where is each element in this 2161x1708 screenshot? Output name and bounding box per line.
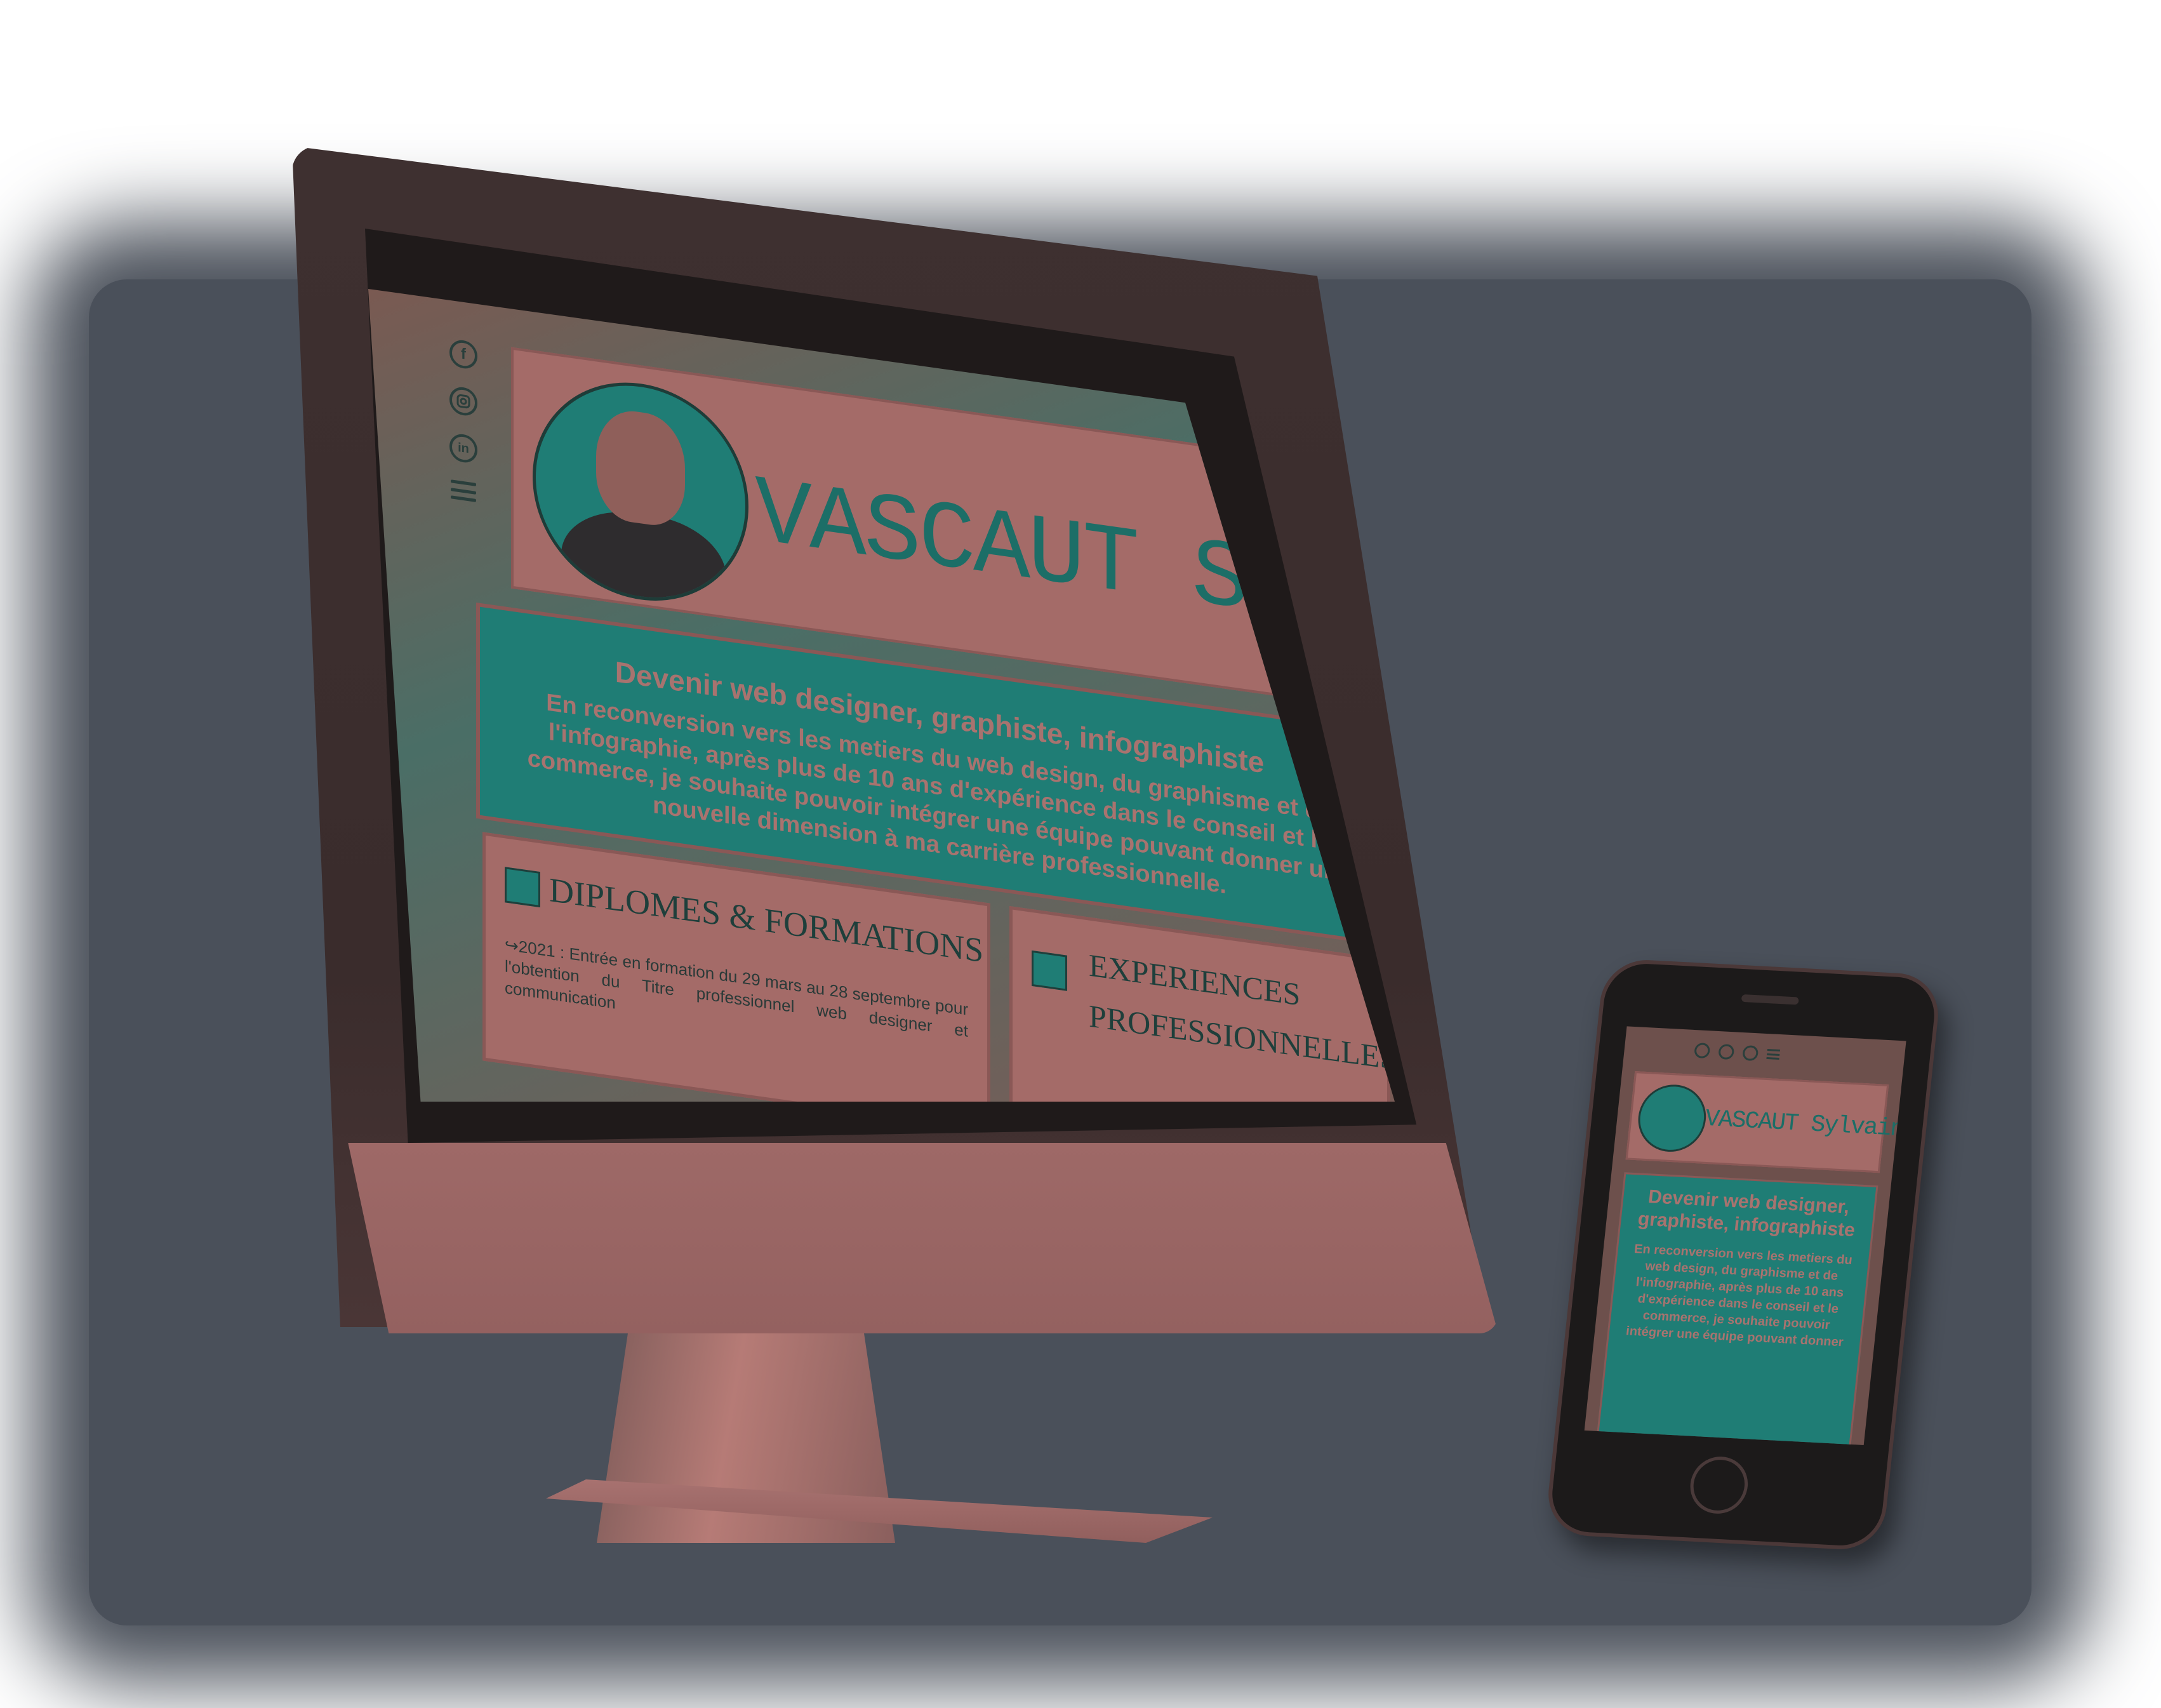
linkedin-icon[interactable] (1741, 1045, 1759, 1062)
phone-speaker (1741, 994, 1799, 1005)
social-bar: f in (438, 337, 489, 547)
phone-home-button[interactable] (1687, 1455, 1751, 1516)
linkedin-icon[interactable]: in (449, 432, 477, 465)
diploma-icon (505, 867, 540, 908)
apple-logo-icon (997, 1210, 1054, 1279)
profile-photo (533, 368, 748, 615)
hamburger-menu-icon[interactable] (1766, 1048, 1781, 1060)
hamburger-menu-icon[interactable] (451, 479, 476, 502)
phone-screen: VASCAUT Sylvain Devenir web designer, gr… (1584, 1026, 1906, 1445)
instagram-icon[interactable] (449, 385, 477, 418)
briefcase-icon (1032, 950, 1067, 991)
experiences-title: EXPERIENCES PROFESSIONNELLES (1089, 947, 1398, 1077)
avatar-head (596, 406, 685, 530)
phone-hero-section: Devenir web designer, graphiste, infogra… (1596, 1172, 1878, 1445)
phone-profile-photo (1635, 1083, 1710, 1154)
instagram-icon[interactable] (1717, 1044, 1735, 1060)
imac-chin (348, 1143, 1498, 1333)
facebook-icon[interactable]: f (449, 338, 477, 371)
facebook-icon[interactable] (1693, 1043, 1711, 1059)
phone: VASCAUT Sylvain Devenir web designer, gr… (1544, 957, 1943, 1552)
phone-hero-text: En reconversion vers les metiers du web … (1625, 1242, 1853, 1350)
phone-site-title: VASCAUT Sylvain (1703, 1105, 1905, 1144)
phone-hero-title: Devenir web designer, graphiste, infogra… (1637, 1186, 1856, 1241)
phone-social-bar (1693, 1043, 1781, 1062)
phone-header-card: VASCAUT Sylvain (1625, 1071, 1905, 1173)
